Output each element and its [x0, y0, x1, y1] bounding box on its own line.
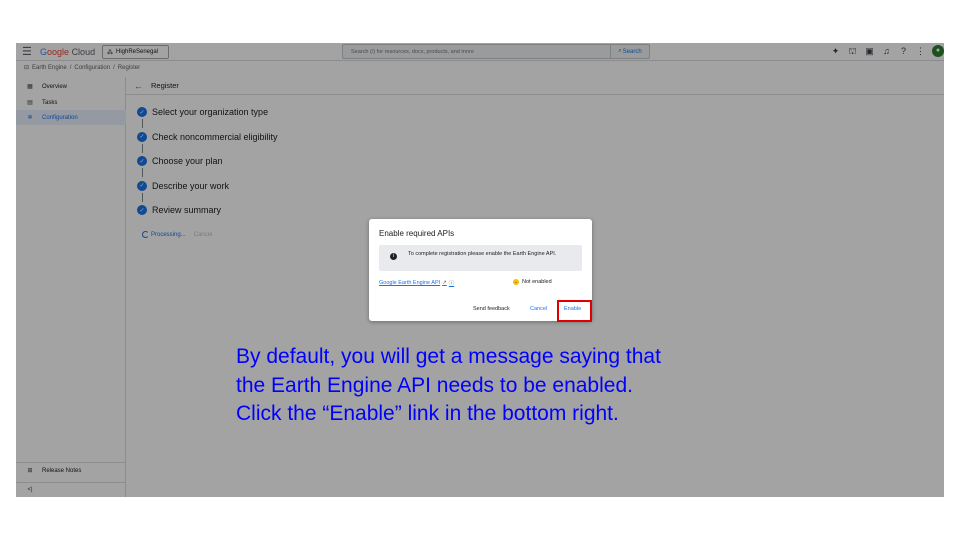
caption-line: the Earth Engine API needs to be enabled…	[236, 373, 633, 397]
external-link-icon: ↗	[442, 280, 447, 286]
info-text: To complete registration please enable t…	[408, 251, 557, 257]
status-text: Not enabled	[522, 279, 552, 285]
help-icon[interactable]: ⓘ	[449, 279, 455, 287]
enable-highlight-box	[557, 300, 592, 322]
info-icon: i	[390, 253, 397, 260]
caption-line: By default, you will get a message sayin…	[236, 345, 661, 368]
cancel-button[interactable]: Cancel	[530, 306, 547, 312]
dialog-title: Enable required APIs	[379, 229, 455, 238]
warning-icon: –	[513, 279, 519, 285]
api-link-label: Google Earth Engine API	[379, 280, 441, 286]
slide-caption: By default, you will get a message sayin…	[236, 343, 661, 429]
api-status: – Not enabled	[513, 279, 552, 285]
info-banner: i To complete registration please enable…	[379, 245, 582, 271]
screenshot: ☰ Google Cloud ⁂ HighReSenegal ⌕ Search …	[16, 43, 944, 497]
api-link[interactable]: Google Earth Engine API ↗ ⓘ	[379, 279, 454, 287]
slide: ☰ Google Cloud ⁂ HighReSenegal ⌕ Search …	[0, 0, 960, 540]
send-feedback-button[interactable]: Send feedback	[473, 306, 510, 312]
caption-line: Click the “Enable” link in the bottom ri…	[236, 402, 619, 425]
